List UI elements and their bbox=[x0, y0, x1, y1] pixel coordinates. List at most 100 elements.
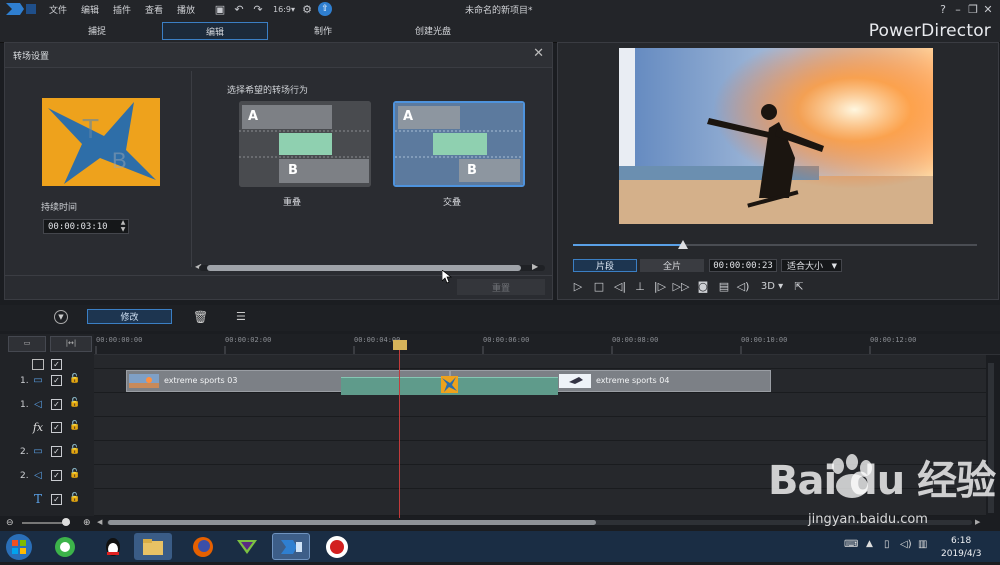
clip-thumbnail bbox=[559, 374, 591, 388]
lock-icon[interactable]: 🔓 bbox=[69, 445, 80, 455]
watermark-url: jingyan.baidu.com bbox=[808, 512, 928, 527]
preview-timecode[interactable]: 00:00:00:23 bbox=[709, 259, 777, 272]
track-manager-icon[interactable]: ▭ bbox=[8, 336, 46, 352]
taskbar-app-explorer-icon[interactable] bbox=[134, 533, 172, 560]
taskbar-app-powerdirector-icon[interactable] bbox=[272, 533, 310, 560]
start-button-icon[interactable] bbox=[4, 532, 34, 562]
menu-file[interactable]: 文件 bbox=[49, 3, 67, 16]
previous-frame-icon[interactable]: ◁| bbox=[612, 279, 628, 293]
duration-spinner[interactable]: ▲ ▼ bbox=[117, 219, 129, 234]
edit-attributes-icon[interactable]: ☰ bbox=[236, 310, 246, 323]
delete-trash-icon[interactable]: 🗑 bbox=[193, 310, 208, 324]
menu-view[interactable]: 查看 bbox=[145, 3, 163, 16]
menu-edit[interactable]: 编辑 bbox=[81, 3, 99, 16]
taskbar-app-firefox-icon[interactable] bbox=[184, 533, 222, 560]
save-icon[interactable]: ▣ bbox=[213, 2, 227, 16]
taskbar-app-recorder-icon[interactable] bbox=[318, 533, 356, 560]
lane-audio-1[interactable] bbox=[94, 393, 986, 417]
panel-scroll-thumb[interactable] bbox=[207, 265, 521, 271]
help-button[interactable]: ? bbox=[935, 1, 951, 17]
video-track-icon: ▭ bbox=[33, 374, 43, 386]
track-enable-checkbox[interactable]: ✓ bbox=[51, 470, 62, 481]
volume-icon[interactable]: ◁) bbox=[735, 279, 751, 293]
clock-time[interactable]: 6:18 bbox=[951, 536, 971, 546]
volume-tray-icon[interactable]: ◁) bbox=[900, 539, 912, 550]
restore-icon[interactable]: ❐ bbox=[965, 1, 981, 17]
undock-icon[interactable]: ⇱ bbox=[791, 279, 807, 293]
scroll-right-icon[interactable]: ▶ bbox=[532, 262, 538, 271]
clock-date[interactable]: 2019/4/3 bbox=[941, 549, 981, 559]
upgrade-icon[interactable]: ⇧ bbox=[318, 2, 332, 16]
tab-movie-mode[interactable]: 全片 bbox=[640, 259, 704, 272]
snapshot-icon[interactable]: ◙ bbox=[695, 279, 711, 293]
lock-icon[interactable]: 🔓 bbox=[69, 469, 80, 479]
taskbar-app-qq-icon[interactable] bbox=[94, 533, 132, 560]
menu-playback[interactable]: 播放 bbox=[177, 3, 195, 16]
stop-icon[interactable]: □ bbox=[591, 279, 607, 293]
panel-close-icon[interactable]: ✕ bbox=[533, 46, 544, 61]
behavior-prompt: 选择希望的转场行为 bbox=[227, 86, 309, 96]
tab-edit[interactable]: 编辑 bbox=[162, 22, 268, 40]
zoom-in-icon[interactable]: ⊕ bbox=[83, 518, 91, 528]
lock-icon[interactable]: 🔓 bbox=[69, 421, 80, 431]
fit-timeline-icon[interactable]: |↔| bbox=[50, 336, 92, 352]
track-enable-checkbox[interactable]: ✓ bbox=[51, 399, 62, 410]
fit-size-select[interactable]: 适合大小 ▼ bbox=[781, 259, 842, 272]
aspect-ratio-icon[interactable]: 16:9▾ bbox=[273, 2, 295, 16]
fast-forward-icon[interactable]: ▷▷ bbox=[673, 279, 690, 293]
video-track-icon: ▭ bbox=[33, 445, 43, 457]
track-row-video-2: 2. ▭ ✓ 🔓 bbox=[0, 441, 94, 463]
close-icon[interactable]: ✕ bbox=[980, 1, 996, 17]
track-enable-checkbox[interactable]: ✓ bbox=[51, 375, 62, 386]
timeline-scroll-thumb[interactable] bbox=[108, 520, 596, 525]
tab-create-disc[interactable]: 创建光盘 bbox=[398, 22, 468, 38]
tab-capture[interactable]: 捕捉 bbox=[62, 22, 132, 38]
ruler-tick-label: 00:00:00:00 bbox=[96, 336, 143, 344]
zoom-out-icon[interactable]: ⊖ bbox=[6, 518, 14, 528]
next-frame-icon[interactable]: |▷ bbox=[652, 279, 668, 293]
3d-mode-button[interactable]: 3D ▾ bbox=[758, 279, 786, 293]
scroll-right-icon[interactable]: ▶ bbox=[975, 518, 980, 526]
minimize-icon[interactable]: – bbox=[950, 1, 966, 17]
timeline-ruler[interactable]: 00:00:00:00 00:00:02:00 00:00:04:00 00:0… bbox=[94, 334, 1000, 355]
lock-icon[interactable]: 🔓 bbox=[69, 493, 80, 503]
brand-title: PowerDirector bbox=[868, 21, 991, 41]
undo-icon[interactable]: ↶ bbox=[232, 2, 246, 16]
behavior-overlap-option[interactable]: A B bbox=[239, 101, 371, 187]
playhead-handle[interactable] bbox=[393, 340, 407, 350]
menu-plugins[interactable]: 插件 bbox=[113, 3, 131, 16]
zoom-slider-knob[interactable] bbox=[62, 518, 70, 526]
settings-gear-icon[interactable]: ⚙ bbox=[300, 2, 314, 16]
subtitle-icon[interactable]: ▤ bbox=[716, 279, 732, 293]
track-enable-checkbox[interactable]: ✓ bbox=[51, 359, 62, 370]
track-enable-checkbox[interactable]: ✓ bbox=[51, 446, 62, 457]
tab-produce[interactable]: 制作 bbox=[288, 22, 358, 38]
ruler-tick-label: 00:00:06:00 bbox=[483, 336, 530, 344]
taskbar-app-camtasia-icon[interactable] bbox=[228, 533, 266, 560]
collapse-icon[interactable]: ▼ bbox=[54, 310, 68, 324]
tray-expand-icon[interactable]: ▲ bbox=[866, 539, 873, 549]
reset-button[interactable]: 重置 bbox=[457, 279, 545, 295]
redo-icon[interactable]: ↷ bbox=[251, 2, 265, 16]
track-number: 2. bbox=[20, 447, 29, 457]
keyboard-tray-icon[interactable]: ⌨ bbox=[844, 539, 858, 550]
network-icon[interactable]: ▥ bbox=[918, 539, 927, 550]
behavior-overlap-label: 重叠 bbox=[283, 198, 302, 208]
modify-button[interactable]: 修改 bbox=[87, 309, 172, 324]
play-icon[interactable]: ▷ bbox=[570, 279, 586, 293]
scroll-left-icon[interactable]: ◀ bbox=[97, 518, 102, 526]
tab-clip-mode[interactable]: 片段 bbox=[573, 259, 637, 272]
transition-icon[interactable] bbox=[441, 376, 458, 393]
track-enable-checkbox[interactable]: ✓ bbox=[51, 494, 62, 505]
track-enable-checkbox[interactable]: ✓ bbox=[51, 422, 62, 433]
split-icon[interactable]: ⊥ bbox=[632, 279, 648, 293]
lock-icon[interactable]: 🔓 bbox=[69, 374, 80, 384]
battery-icon[interactable]: ▯ bbox=[884, 539, 890, 550]
taskbar-app-360-icon[interactable] bbox=[46, 533, 84, 560]
lock-icon[interactable]: 🔓 bbox=[69, 398, 80, 408]
behavior-cross-option[interactable]: A B bbox=[393, 101, 525, 187]
lane-fx[interactable] bbox=[94, 417, 986, 441]
seek-slider-knob[interactable] bbox=[678, 240, 688, 249]
ruler-tick-label: 00:00:10:00 bbox=[741, 336, 788, 344]
svg-text:T: T bbox=[82, 113, 99, 144]
